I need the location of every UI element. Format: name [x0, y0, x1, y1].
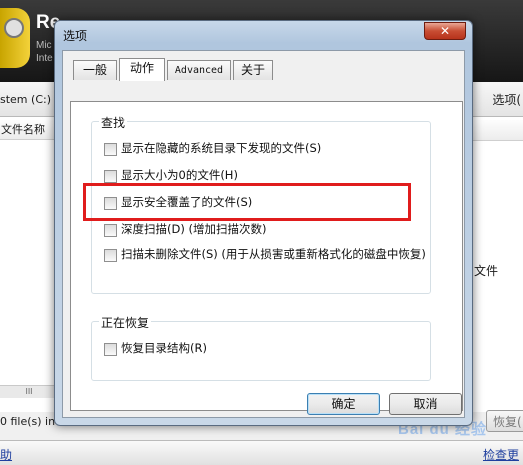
find-group-title: 查找	[99, 114, 128, 131]
close-icon: ✕	[439, 24, 451, 38]
option-label: 显示在隐藏的系统目录下发现的文件(S)	[121, 141, 322, 155]
checkbox[interactable]	[104, 143, 117, 156]
detail-column-header[interactable]	[466, 120, 523, 141]
option-deep-scan[interactable]: 深度扫描(D) (增加扫描次数)	[104, 222, 266, 237]
find-group: 查找 显示在隐藏的系统目录下发现的文件(S) 显示大小为0的文件(H) 显示安全…	[91, 114, 431, 294]
app-logo-icon	[0, 8, 30, 68]
option-restore-dir-structure[interactable]: 恢复目录结构(R)	[104, 341, 207, 356]
option-show-zero-size[interactable]: 显示大小为0的文件(H)	[104, 168, 238, 183]
tab-general[interactable]: 一般	[73, 60, 117, 80]
options-dialog: 选项 ✕ 一般 动作 Advanced 关于 查找 显示在隐藏的系统目录下发现的…	[54, 20, 473, 426]
option-scan-undeleted[interactable]: 扫描未删除文件(S) (用于从损害或重新格式化的磁盘中恢复)	[104, 247, 426, 262]
restore-group-title: 正在恢复	[99, 314, 152, 331]
file-list-panel[interactable]	[0, 117, 59, 412]
check-update-link[interactable]: 检查更	[483, 446, 519, 463]
checkbox[interactable]	[104, 249, 117, 262]
option-show-hidden-system[interactable]: 显示在隐藏的系统目录下发现的文件(S)	[104, 141, 321, 156]
checkbox[interactable]	[104, 170, 117, 183]
close-button[interactable]: ✕	[424, 22, 466, 40]
tab-about[interactable]: 关于	[233, 60, 273, 80]
checkbox[interactable]	[104, 224, 117, 237]
tab-actions[interactable]: 动作	[119, 58, 165, 81]
option-show-secure-overwritten[interactable]: 显示安全覆盖了的文件(S)	[104, 195, 252, 210]
restore-group: 正在恢复 恢复目录结构(R)	[91, 314, 431, 381]
help-link[interactable]: 助	[0, 446, 12, 463]
options-menu-link[interactable]: 选项(	[492, 91, 521, 108]
detail-panel-text: 文件	[474, 264, 499, 278]
drive-label[interactable]: stem (C:)	[0, 93, 51, 106]
dialog-client: 一般 动作 Advanced 关于 查找 显示在隐藏的系统目录下发现的文件(S)…	[62, 50, 465, 418]
horizontal-scrollbar[interactable]: III	[0, 385, 58, 398]
checkbox[interactable]	[104, 197, 117, 210]
recover-button[interactable]: 恢复(	[486, 410, 523, 432]
option-label: 恢复目录结构(R)	[121, 341, 207, 355]
option-label: 深度扫描(D) (增加扫描次数)	[121, 222, 267, 236]
option-label: 扫描未删除文件(S) (用于从损害或重新格式化的磁盘中恢复)	[121, 247, 426, 261]
tab-advanced[interactable]: Advanced	[167, 60, 231, 80]
app-bottom-bar	[0, 440, 523, 465]
option-label: 显示大小为0的文件(H)	[121, 168, 238, 182]
ok-button[interactable]: 确定	[307, 393, 380, 415]
checkbox[interactable]	[104, 343, 117, 356]
app-subtitle-1: Mic	[36, 40, 52, 51]
tab-panel-actions: 查找 显示在隐藏的系统目录下发现的文件(S) 显示大小为0的文件(H) 显示安全…	[70, 101, 463, 411]
column-header-filename[interactable]: 文件名称	[0, 120, 58, 140]
cancel-button[interactable]: 取消	[389, 393, 462, 415]
app-subtitle-2: Inte	[36, 53, 53, 64]
option-label: 显示安全覆盖了的文件(S)	[121, 195, 253, 209]
dialog-title: 选项	[63, 29, 88, 43]
